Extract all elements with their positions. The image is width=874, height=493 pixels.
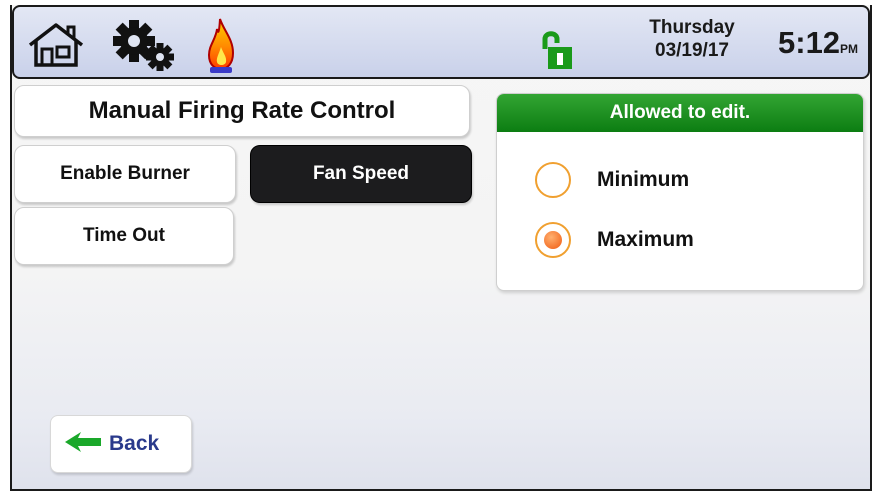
ampm-label: PM — [840, 42, 859, 56]
screen: Thursday 03/19/17 5:12PM Manual Firing R… — [10, 5, 872, 491]
back-arrow-icon — [63, 430, 103, 459]
fan-speed-button[interactable]: Fan Speed — [250, 145, 472, 203]
maximum-label: Maximum — [597, 228, 694, 251]
time-display: 5:12PM — [778, 25, 858, 61]
back-label: Back — [109, 432, 160, 455]
back-button[interactable]: Back — [50, 415, 192, 473]
radio-selected-dot — [544, 231, 562, 249]
day-label: Thursday — [649, 17, 735, 38]
unlock-icon[interactable] — [540, 29, 574, 78]
fan-speed-panel: Allowed to edit. Minimum Maximum — [496, 93, 864, 291]
minimum-radio[interactable] — [535, 162, 571, 198]
home-icon[interactable] — [26, 21, 86, 74]
maximum-option[interactable]: Maximum — [535, 218, 694, 262]
time-out-button[interactable]: Time Out — [14, 207, 234, 265]
page-title: Manual Firing Rate Control — [14, 85, 470, 137]
date-label: 03/19/17 — [655, 40, 729, 61]
minimum-label: Minimum — [597, 168, 690, 191]
time-label: 5:12 — [778, 25, 841, 60]
top-bar: Thursday 03/19/17 5:12PM — [12, 5, 870, 79]
maximum-radio[interactable] — [535, 222, 571, 258]
date-display: Thursday 03/19/17 — [630, 17, 754, 63]
minimum-option[interactable]: Minimum — [535, 158, 689, 202]
edit-status-header: Allowed to edit. — [497, 94, 863, 132]
enable-burner-button[interactable]: Enable Burner — [14, 145, 236, 203]
settings-gears-icon[interactable] — [110, 19, 180, 78]
flame-icon[interactable] — [206, 17, 236, 80]
